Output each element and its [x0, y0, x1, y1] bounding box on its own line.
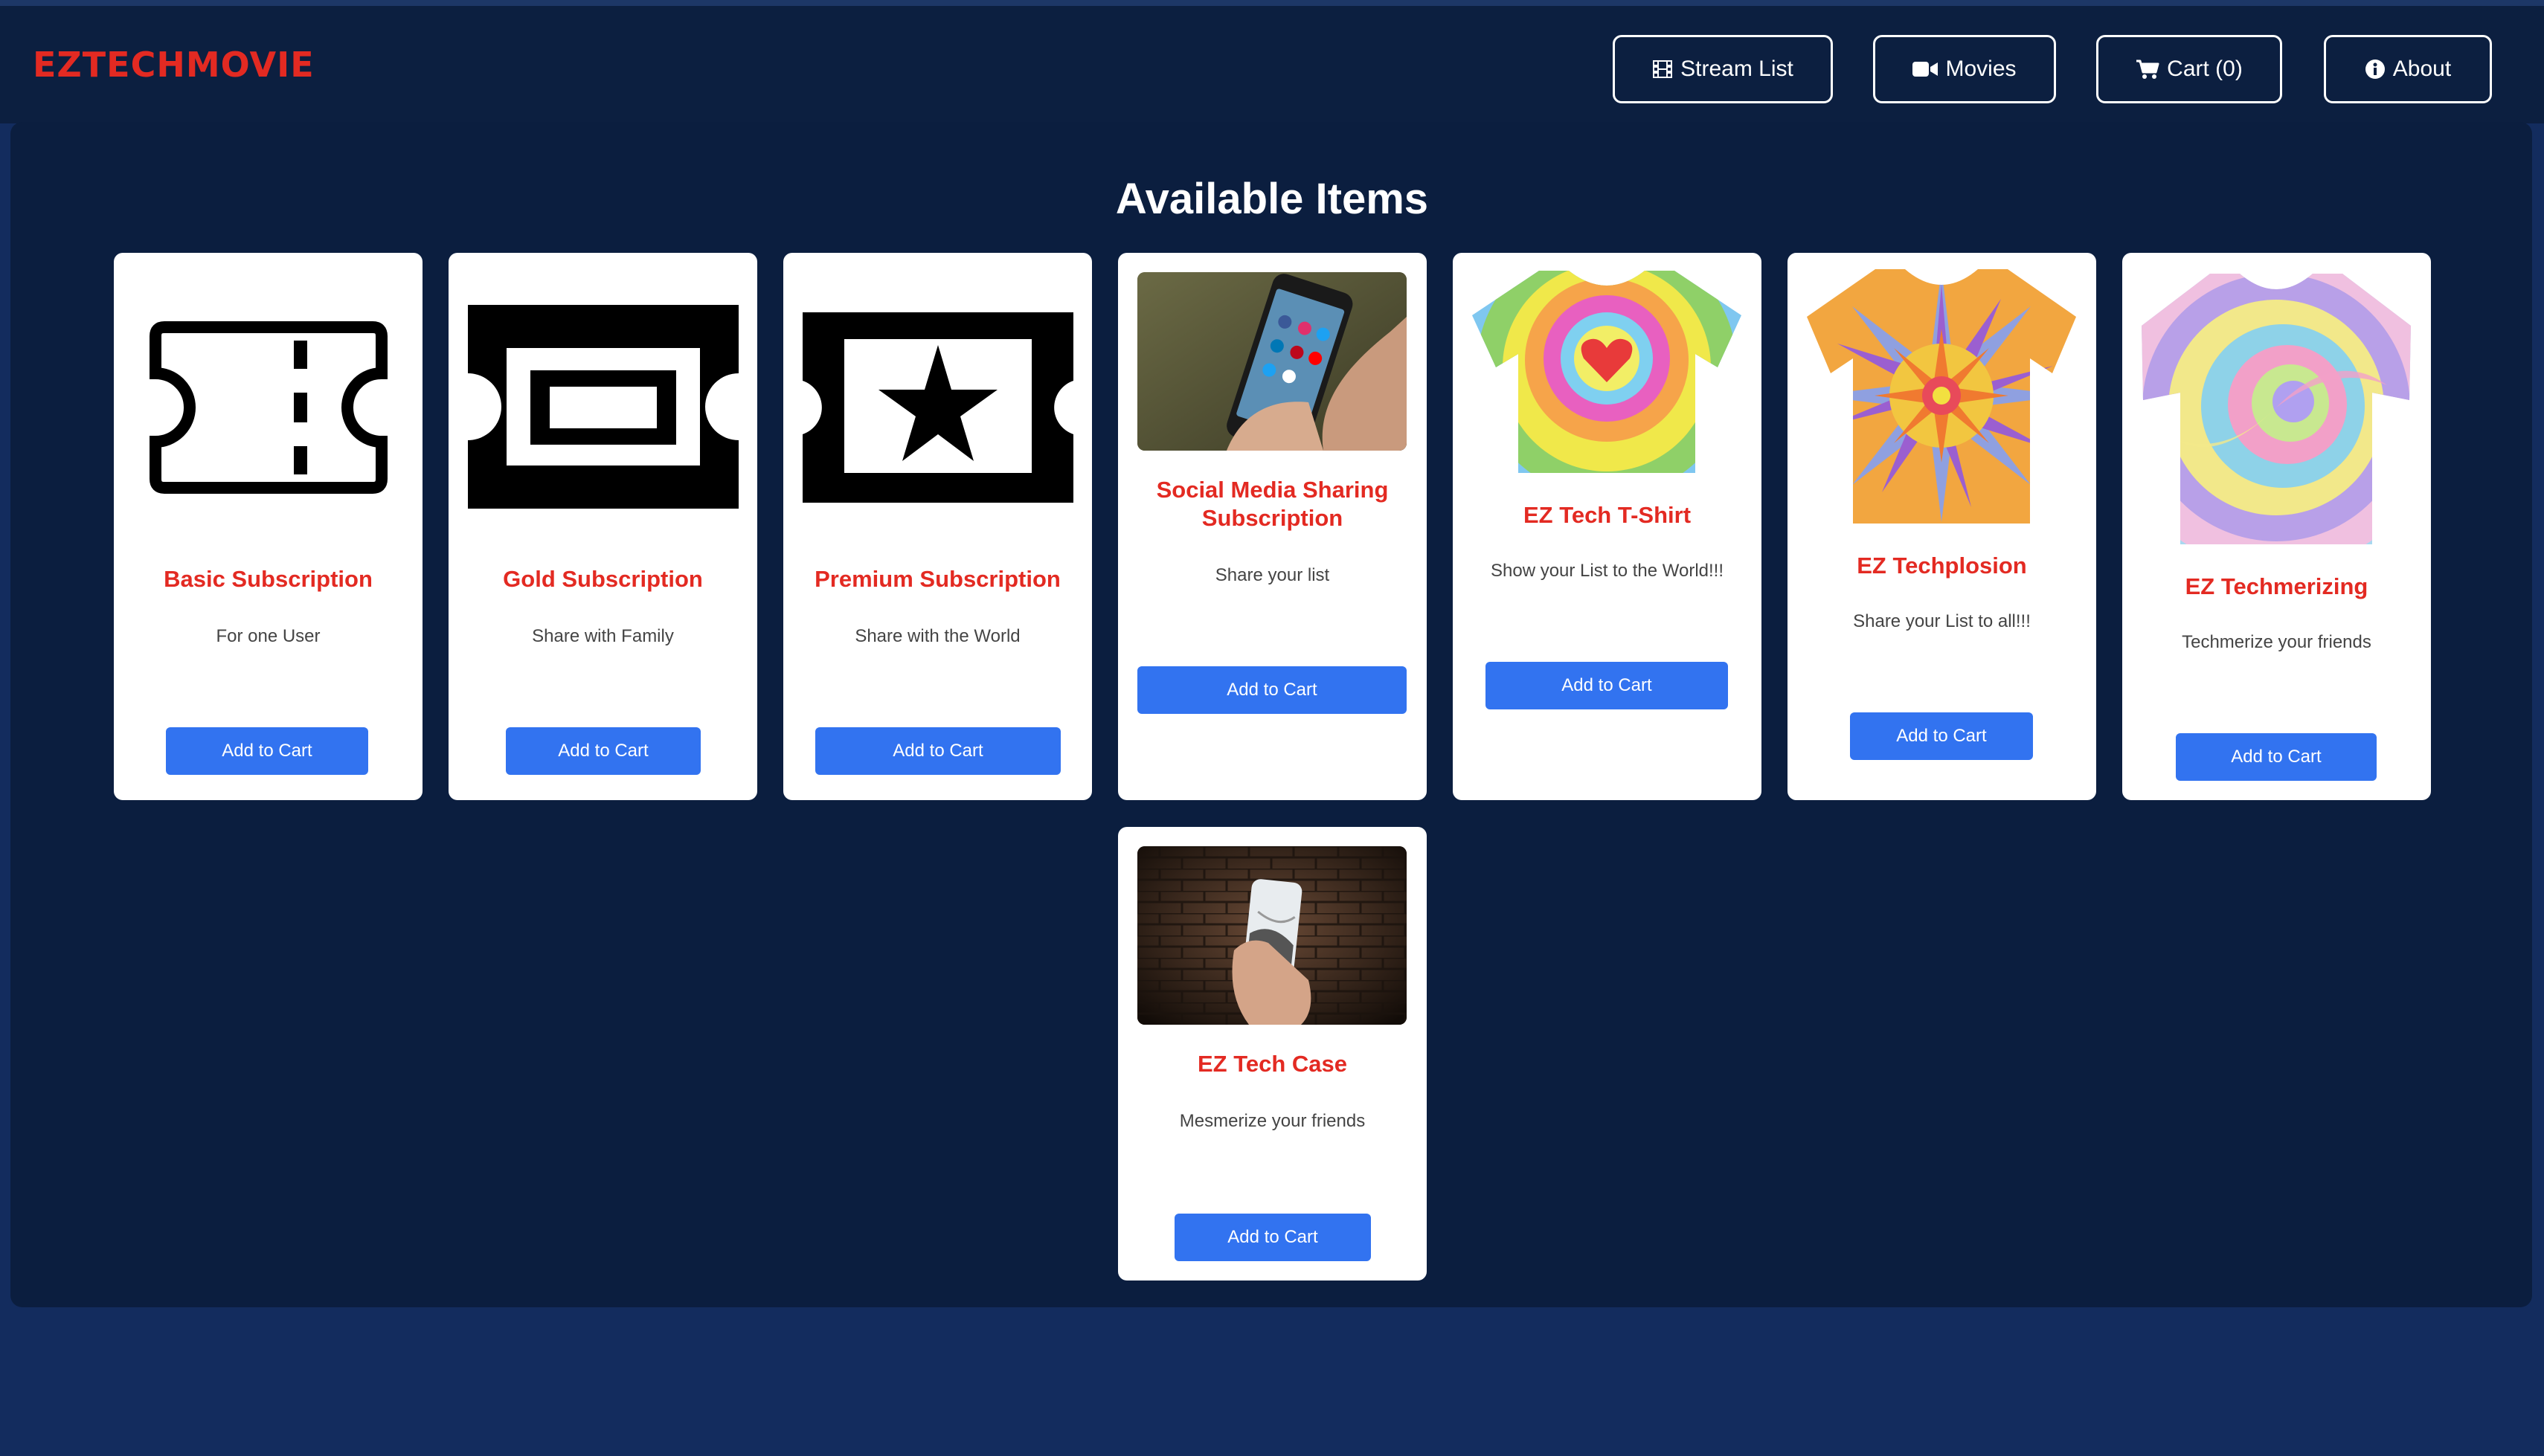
product-title: Premium Subscription: [815, 566, 1061, 592]
product-title: Social Media Sharing Subscription: [1156, 477, 1389, 531]
video-camera-icon: [1912, 60, 1938, 78]
ticket-outline-icon: [150, 321, 388, 497]
page-title: Available Items: [1115, 175, 1429, 223]
product-description: For one User: [216, 626, 321, 646]
cart-label: Cart (0): [2167, 57, 2243, 81]
add-to-cart-button[interactable]: Add to Cart: [2176, 733, 2377, 781]
product-title: EZ Techmerizing: [2185, 573, 2368, 599]
top-strip: [0, 0, 2544, 6]
add-to-cart-button[interactable]: Add to Cart: [1485, 662, 1728, 709]
phone-social-media-photo: [1137, 272, 1407, 451]
ticket-square-icon: [468, 305, 739, 512]
about-button[interactable]: About: [2324, 35, 2492, 103]
tie-dye-burst-shirt: [1807, 269, 2076, 527]
ticket-star-icon: [803, 312, 1073, 506]
info-icon: [2365, 59, 2386, 80]
product-card-premium: Premium Subscription Share with the Worl…: [783, 253, 1092, 800]
product-card-basic: Basic Subscription For one User Add to C…: [114, 253, 423, 800]
brand-logo[interactable]: EZTECHMOVIE: [33, 45, 315, 85]
product-title: EZ Tech Case: [1197, 1051, 1347, 1077]
movies-button[interactable]: Movies: [1873, 35, 2056, 103]
product-title: Basic Subscription: [164, 566, 373, 592]
product-card-gold: Gold Subscription Share with Family Add …: [449, 253, 757, 800]
product-card-social-media: Social Media Sharing Subscription Share …: [1118, 253, 1427, 800]
product-card-ez-tech-case: EZ Tech Case Mesmerize your friends Add …: [1118, 827, 1427, 1281]
product-card-ez-techmerizing: EZ Techmerizing Techmerize your friends …: [2122, 253, 2431, 800]
add-to-cart-button[interactable]: Add to Cart: [1175, 1214, 1371, 1261]
film-icon: [1652, 59, 1673, 79]
about-label: About: [2392, 57, 2452, 81]
product-description: Techmerize your friends: [2182, 632, 2371, 652]
product-description: Mesmerize your friends: [1179, 1111, 1366, 1131]
add-to-cart-button[interactable]: Add to Cart: [1137, 666, 1407, 714]
phone-case-brick-photo: [1137, 846, 1407, 1025]
product-description: Share your List to all!!!: [1853, 611, 2031, 631]
add-to-cart-button[interactable]: Add to Cart: [1850, 712, 2033, 760]
product-description: Share with the World: [855, 626, 1021, 646]
product-description: Show your List to the World!!!: [1490, 561, 1724, 581]
stream-list-button[interactable]: Stream List: [1613, 35, 1833, 103]
product-description: Share with Family: [532, 626, 674, 646]
product-card-ez-techplosion: EZ Techplosion Share your List to all!!!…: [1787, 253, 2096, 800]
product-title: EZ Techplosion: [1857, 553, 2027, 579]
tie-dye-heart-shirt: [1472, 271, 1741, 477]
add-to-cart-button[interactable]: Add to Cart: [506, 727, 701, 775]
product-card-ez-tech-tshirt: EZ Tech T-Shirt Show your List to the Wo…: [1453, 253, 1761, 800]
navbar: EZTECHMOVIE Stream List Movies Cart (0) …: [0, 6, 2544, 123]
product-title: EZ Tech T-Shirt: [1523, 502, 1692, 528]
shopping-cart-icon: [2136, 59, 2159, 80]
page: EZTECHMOVIE Stream List Movies Cart (0) …: [0, 0, 2544, 1456]
cart-button[interactable]: Cart (0): [2096, 35, 2282, 103]
movies-label: Movies: [1945, 57, 2017, 81]
product-description: Share your list: [1215, 565, 1330, 585]
stream-list-label: Stream List: [1680, 57, 1793, 81]
add-to-cart-button[interactable]: Add to Cart: [815, 727, 1061, 775]
add-to-cart-button[interactable]: Add to Cart: [166, 727, 368, 775]
tie-dye-spiral-shirt: [2142, 274, 2411, 548]
product-title: Gold Subscription: [503, 566, 703, 592]
